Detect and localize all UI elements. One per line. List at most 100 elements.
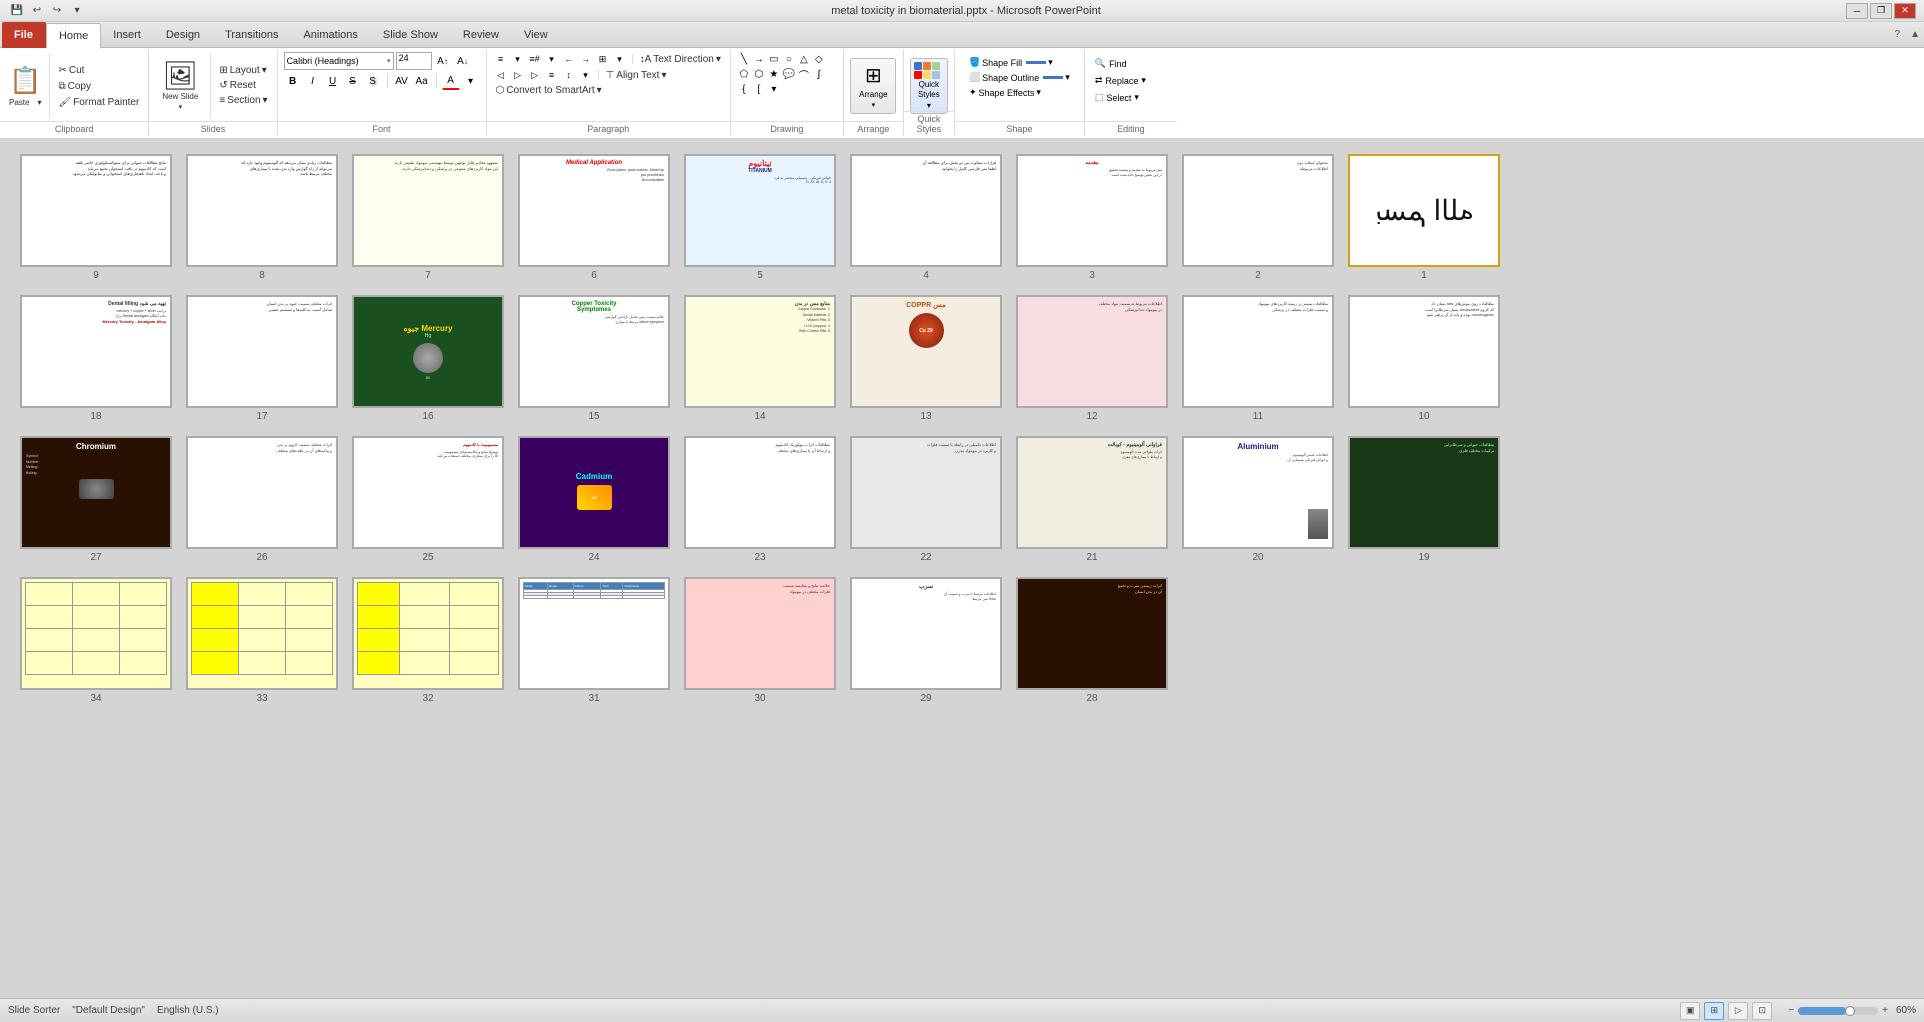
section-button[interactable]: ≡ Section ▾	[216, 94, 270, 107]
slide-33[interactable]: 33	[186, 577, 338, 704]
customize-btn[interactable]: ▾	[68, 2, 86, 20]
select-btn[interactable]: ⬚ Select ▾	[1091, 90, 1171, 105]
tab-animations[interactable]: Animations	[291, 22, 370, 48]
slide-14[interactable]: منابع مس در بدن Copper Cookware .1Dental…	[684, 295, 836, 422]
numbering-arrow[interactable]: ▾	[544, 52, 560, 66]
slide-3[interactable]: مقدمه متن مربوط به مقدمه و پیشینه تحقیقد…	[1016, 154, 1168, 281]
slide-23[interactable]: مطالعات اثرات بیولوژیک کادمیومو ارتباط آ…	[684, 436, 836, 563]
decrease-font-size-btn[interactable]: A↓	[454, 52, 472, 70]
format-painter-button[interactable]: 🖌 Format Painter	[55, 96, 142, 109]
para-cols-arrow[interactable]: ▾	[612, 52, 628, 66]
slide-5[interactable]: تیتانیوم TITANIUM خواص فیزیکی - شیمیایی …	[684, 154, 836, 281]
tab-view[interactable]: View	[512, 22, 561, 48]
slide-29[interactable]: سرب اطلاعات مرتبط با سرب و سمیت آنHolo م…	[850, 577, 1002, 704]
slide-21[interactable]: فراوانی آلومینیوم - کوبالت اثرات طولانی …	[1016, 436, 1168, 563]
shape-more[interactable]: ▾	[767, 82, 781, 96]
zoom-plus-btn[interactable]: +	[1882, 1005, 1888, 1016]
slide-34[interactable]: 34	[20, 577, 172, 704]
tab-file[interactable]: File	[2, 22, 46, 48]
minimize-btn[interactable]: ─	[1846, 3, 1868, 19]
paste-button[interactable]: 📋	[9, 65, 41, 96]
shadow-btn[interactable]: S	[364, 72, 382, 90]
tab-transitions[interactable]: Transitions	[213, 22, 291, 48]
close-btn[interactable]: ✕	[1894, 3, 1916, 19]
minimize-ribbon-btn[interactable]: ▲	[1906, 29, 1924, 40]
font-color-arrow[interactable]: ▾	[462, 72, 480, 90]
slide-24[interactable]: Cadmium Cd 24	[518, 436, 670, 563]
slide-12[interactable]: اطلاعات مربوط به سمیت مواد مختلفدر بیومو…	[1016, 295, 1168, 422]
redo-btn[interactable]: ↪	[48, 2, 66, 20]
slide-4[interactable]: قرارات متفاوت بین دو بخش برای مطالعه آنل…	[850, 154, 1002, 281]
slide-1[interactable]: بسم الله 1	[1348, 154, 1500, 281]
shape-bracket[interactable]: [	[752, 82, 766, 96]
strikethrough-btn[interactable]: S	[344, 72, 362, 90]
paste-arrow[interactable]: ▾	[34, 97, 44, 108]
slide-32[interactable]: 32	[352, 577, 504, 704]
shape-outline-btn[interactable]: ⬜ Shape Outline ▾	[966, 71, 1073, 84]
cut-button[interactable]: ✂ Cut	[55, 64, 142, 77]
shape-star[interactable]: ★	[767, 67, 781, 81]
numbering-btn[interactable]: ≡#	[527, 52, 543, 66]
paste-label[interactable]: Paste	[6, 97, 32, 108]
align-text-btn[interactable]: ⊤ Align Text ▾	[603, 69, 670, 82]
slide-6[interactable]: Medical Application Bone plates, pace ma…	[518, 154, 670, 281]
view-slideshow-btn[interactable]: ⊡	[1752, 1002, 1772, 1020]
zoom-level[interactable]: 60%	[1896, 1005, 1916, 1016]
tab-home[interactable]: Home	[46, 23, 101, 49]
line-spacing-arrow[interactable]: ▾	[578, 68, 594, 82]
slide-16[interactable]: جیوه Mercury Hg 80 16	[352, 295, 504, 422]
shape-curve[interactable]: ∫	[812, 67, 826, 81]
shape-connector[interactable]: ⌒	[797, 67, 811, 81]
view-normal-btn[interactable]: ▣	[1680, 1002, 1700, 1020]
increase-font-size-btn[interactable]: A↑	[434, 52, 452, 70]
find-btn[interactable]: 🔍 Find	[1091, 56, 1171, 71]
slide-8[interactable]: مطالعات زیادی نشان می‌دهد که آلومینیوم و…	[186, 154, 338, 281]
slide-10[interactable]: مطالعات روی موش‌های rats نشان دادکه کروم…	[1348, 295, 1500, 422]
slide-15[interactable]: Copper ToxicitySymptomes علائم سمیت مس ش…	[518, 295, 670, 422]
change-case-btn[interactable]: Aa	[413, 72, 431, 90]
convert-smartart-btn[interactable]: ⬡ Convert to SmartArt ▾	[493, 84, 605, 97]
shape-arrow[interactable]: →	[752, 52, 766, 66]
restore-btn[interactable]: ❐	[1870, 3, 1892, 19]
slide-26[interactable]: اثرات مختلف سمیت کروم بر بدنو پیامدهای آ…	[186, 436, 338, 563]
slide-18[interactable]: تهیه می شود Dental filling ترکیب mercury…	[20, 295, 172, 422]
reset-button[interactable]: ↺ Reset	[216, 79, 270, 92]
increase-indent-btn[interactable]: →	[578, 52, 594, 66]
view-reading-btn[interactable]: ▷	[1728, 1002, 1748, 1020]
shape-fill-btn[interactable]: 🪣 Shape Fill ▾	[966, 56, 1056, 69]
shape-triangle[interactable]: △	[797, 52, 811, 66]
view-sorter-btn[interactable]: ⊞	[1704, 1002, 1724, 1020]
zoom-slider[interactable]	[1798, 1007, 1878, 1015]
bullets-btn[interactable]: ≡	[493, 52, 509, 66]
new-slide-button[interactable]: 🖼 New Slide ▾	[155, 55, 205, 117]
shape-pentagon[interactable]: ⬠	[737, 67, 751, 81]
shape-rect[interactable]: ▭	[767, 52, 781, 66]
shape-diamond[interactable]: ◇	[812, 52, 826, 66]
copy-button[interactable]: ⧉ Copy	[55, 80, 142, 93]
font-size-select[interactable]: 24	[396, 52, 432, 70]
slide-27[interactable]: Chromium Symbol:Number:Melting:Boiling: …	[20, 436, 172, 563]
align-center-btn[interactable]: ▷	[510, 68, 526, 82]
shape-line[interactable]: ╲	[737, 52, 751, 66]
slide-25[interactable]: مسمومیت با کادمیوم توضیح منابع و مکانیسم…	[352, 436, 504, 563]
tab-slideshow[interactable]: Slide Show	[371, 22, 451, 48]
arrange-button[interactable]: ⊞ Arrange ▾	[850, 58, 896, 114]
italic-btn[interactable]: I	[304, 72, 322, 90]
undo-btn[interactable]: ↩	[28, 2, 46, 20]
slide-30[interactable]: خلاصه نتایج و مقایسه سمیتفلزات مختلف در …	[684, 577, 836, 704]
slide-19[interactable]: مطالعات حیوانی و سرطانزاییترکیبات مختلف …	[1348, 436, 1500, 563]
slide-13[interactable]: COPPR مس Cu 29 13	[850, 295, 1002, 422]
zoom-minus-btn[interactable]: −	[1788, 1005, 1794, 1016]
slide-31[interactable]: Metal Route Chrom Tech Treatments 3	[518, 577, 670, 704]
save-btn[interactable]: 💾	[8, 2, 26, 20]
underline-btn[interactable]: U	[324, 72, 342, 90]
slide-9[interactable]: نتایج مطالعات حیوانی برای مبتوکسیکولوژی …	[20, 154, 172, 281]
help-btn[interactable]: ?	[1889, 29, 1907, 40]
font-name-select[interactable]: Calibri (Headings) ▾	[284, 52, 394, 70]
text-direction-btn[interactable]: ↕A Text Direction ▾	[637, 53, 724, 66]
slide-7[interactable]: مشهود مقادیر قابل توجهی توسط مهندسی بیوم…	[352, 154, 504, 281]
slides-area[interactable]: نتایج مطالعات حیوانی برای مبتوکسیکولوژی …	[0, 138, 1924, 998]
shape-effects-btn[interactable]: ✦ Shape Effects ▾	[966, 86, 1044, 99]
bullets-arrow[interactable]: ▾	[510, 52, 526, 66]
columns-btn[interactable]: ⊞	[595, 52, 611, 66]
